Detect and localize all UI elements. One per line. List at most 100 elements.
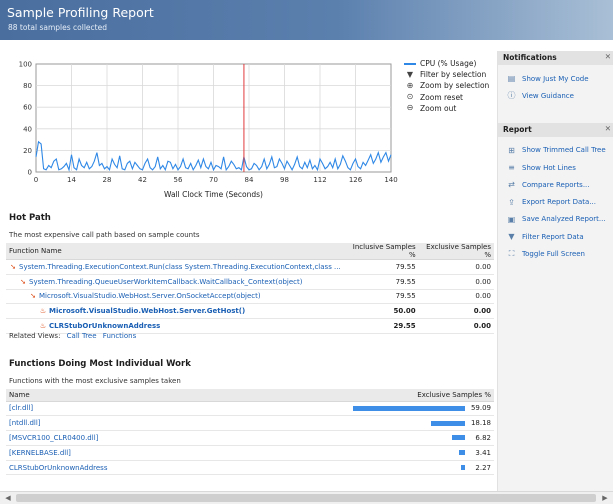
horizontal-scrollbar[interactable]: ◀ ▶ <box>0 491 613 504</box>
close-icon[interactable]: ✕ <box>605 124 611 133</box>
zoom-reset-icon: ⊙ <box>406 92 414 102</box>
close-icon[interactable]: ✕ <box>605 52 611 61</box>
function-name-cell: ♨ Microsoft.VisualStudio.WebHost.Server.G… <box>6 303 344 320</box>
column-header-name[interactable]: Name <box>6 389 346 402</box>
show-just-my-code-link[interactable]: ▤ Show Just My Code <box>498 70 613 87</box>
related-views-label: Related Views: <box>9 332 61 340</box>
compare-reports-link[interactable]: ⇄ Compare Reports... <box>498 176 613 193</box>
export-icon: ⇪ <box>508 197 515 207</box>
column-header-function-name[interactable]: Function Name <box>6 243 344 260</box>
show-hot-lines-link[interactable]: ≡ Show Hot Lines <box>498 159 613 176</box>
view-guidance-link[interactable]: ⓘ View Guidance <box>498 87 613 104</box>
hot-lines-icon: ≡ <box>508 163 515 173</box>
zoom-by-selection-button[interactable]: ⊕ Zoom by selection <box>404 80 490 91</box>
samples-value: 2.27 <box>475 463 491 472</box>
chart-legend: CPU (% Usage) ▼ Filter by selection ⊕ Zo… <box>404 58 489 114</box>
functions-link[interactable]: Functions <box>103 332 136 340</box>
function-name-link[interactable]: CLRStubOrUnknownAddress <box>9 464 107 472</box>
legend-label: Zoom out <box>420 103 457 113</box>
exclusive-samples-cell: 0.00 <box>418 274 494 290</box>
function-name-link[interactable]: Microsoft.VisualStudio.WebHost.Server.On… <box>39 292 261 300</box>
samples-bar-track <box>353 420 465 426</box>
filter-icon: ▼ <box>406 69 414 79</box>
filter-by-selection-button[interactable]: ▼ Filter by selection <box>404 69 489 80</box>
tree-icon: ⊞ <box>508 145 515 155</box>
compare-icon: ⇄ <box>508 180 515 190</box>
column-header-exclusive-samples[interactable]: Exclusive Samples % <box>346 389 494 402</box>
function-name-link[interactable]: System.Threading.ExecutionContext.Run(cl… <box>19 263 341 271</box>
report-subtitle: 88 total samples collected <box>8 23 107 32</box>
scroll-left-icon[interactable]: ◀ <box>2 493 14 503</box>
x-tick-label: 98 <box>280 176 289 184</box>
samples-bar-track <box>353 450 465 456</box>
function-name-link[interactable]: CLRStubOrUnknownAddress <box>49 322 160 330</box>
inclusive-samples-cell: 79.55 <box>343 289 419 305</box>
call-tree-link[interactable]: Call Tree <box>67 332 97 340</box>
exclusive-samples-cell: 0.00 <box>418 259 494 275</box>
samples-bar <box>353 405 465 411</box>
table-row[interactable]: ♨ Microsoft.VisualStudio.WebHost.Server.G… <box>6 303 494 320</box>
table-row[interactable]: [KERNELBASE.dll] 3.41 <box>6 445 494 461</box>
scrollbar-thumb[interactable] <box>16 494 596 502</box>
samples-value: 6.82 <box>475 433 491 442</box>
notifications-header: Notifications ✕ <box>498 51 613 65</box>
side-item-label: Export Report Data... <box>522 198 596 207</box>
y-tick-label: 0 <box>28 169 32 177</box>
exclusive-samples-cell: 0.00 <box>418 289 494 305</box>
table-row[interactable]: [ntdll.dll] 18.18 <box>6 415 494 432</box>
inclusive-samples-cell: 29.55 <box>343 318 419 334</box>
y-tick-label: 40 <box>23 125 32 133</box>
fullscreen-icon: ⛶ <box>508 249 515 259</box>
individual-work-table: Name Exclusive Samples % [clr.dll] 59.09[… <box>6 389 494 476</box>
x-tick-label: 14 <box>67 176 76 184</box>
inclusive-samples-cell: 79.55 <box>343 274 419 290</box>
function-name-link[interactable]: [KERNELBASE.dll] <box>9 449 71 457</box>
table-row[interactable]: ➘ System.Threading.QueueUserWorkItemCallb… <box>6 274 494 290</box>
info-icon: ⓘ <box>507 91 516 101</box>
report-section-title: Report <box>503 124 532 134</box>
function-name-link[interactable]: [MSVCR100_CLR0400.dll] <box>9 434 98 442</box>
function-name-link[interactable]: [clr.dll] <box>9 404 33 412</box>
x-axis-label: Wall Clock Time (Seconds) <box>164 190 263 199</box>
cpu-usage-chart[interactable]: 0 14 28 42 56 70 84 98 112 126 140 0 20 40 60 80 100 Wall… <box>0 50 400 202</box>
export-report-data-link[interactable]: ⇪ Export Report Data... <box>498 193 613 210</box>
table-row[interactable]: ➘ System.Threading.ExecutionContext.Run(c… <box>6 259 494 275</box>
hot-path-title: Hot Path <box>9 213 51 223</box>
function-name-cell: ➘ System.Threading.QueueUserWorkItemCallb… <box>6 274 344 290</box>
samples-bar <box>452 435 465 441</box>
column-header-exclusive[interactable]: Exclusive Samples % <box>418 243 494 260</box>
side-item-label: View Guidance <box>522 91 574 100</box>
show-trimmed-call-tree-link[interactable]: ⊞ Show Trimmed Call Tree <box>498 142 613 159</box>
zoom-out-button[interactable]: ⊖ Zoom out <box>404 103 489 114</box>
column-header-inclusive[interactable]: Inclusive Samples % <box>343 243 419 260</box>
function-name-link[interactable]: [ntdll.dll] <box>9 419 41 427</box>
x-tick-label: 0 <box>34 176 38 184</box>
toggle-full-screen-link[interactable]: ⛶ Toggle Full Screen <box>498 245 613 262</box>
zoom-reset-button[interactable]: ⊙ Zoom reset <box>404 92 489 103</box>
x-tick-label: 84 <box>245 176 254 184</box>
exclusive-samples-cell: 0.00 <box>418 318 494 334</box>
table-row[interactable]: ➘ Microsoft.VisualStudio.WebHost.Server.O… <box>6 289 494 305</box>
filter-report-data-link[interactable]: ▼ Filter Report Data <box>498 228 613 245</box>
function-name-cell: CLRStubOrUnknownAddress <box>6 460 346 476</box>
table-row[interactable]: [MSVCR100_CLR0400.dll] 6.82 <box>6 430 494 446</box>
table-row[interactable]: [clr.dll] 59.09 <box>6 401 494 417</box>
samples-bar <box>460 465 465 471</box>
report-title: Sample Profiling Report <box>7 5 154 20</box>
legend-label: CPU (% Usage) <box>420 59 477 69</box>
samples-bar-track <box>353 465 465 471</box>
individual-work-description: Functions with the most exclusive sample… <box>9 377 181 385</box>
function-name-link[interactable]: Microsoft.VisualStudio.WebHost.Server.Ge… <box>49 307 245 315</box>
y-tick-label: 20 <box>23 147 32 155</box>
zoom-out-icon: ⊖ <box>406 103 414 113</box>
save-analyzed-report-link[interactable]: ▣ Save Analyzed Report... <box>498 211 613 228</box>
table-row[interactable]: CLRStubOrUnknownAddress 2.27 <box>6 460 494 476</box>
save-icon: ▣ <box>507 214 516 224</box>
y-tick-label: 60 <box>23 104 32 112</box>
hot-path-table: Function Name Inclusive Samples % Exclus… <box>6 243 494 334</box>
function-name-link[interactable]: System.Threading.QueueUserWorkItemCallba… <box>29 278 303 286</box>
samples-bar <box>458 450 465 456</box>
table-header-row: Name Exclusive Samples % <box>6 389 494 402</box>
samples-value: 18.18 <box>470 419 491 428</box>
scroll-right-icon[interactable]: ▶ <box>599 493 611 503</box>
